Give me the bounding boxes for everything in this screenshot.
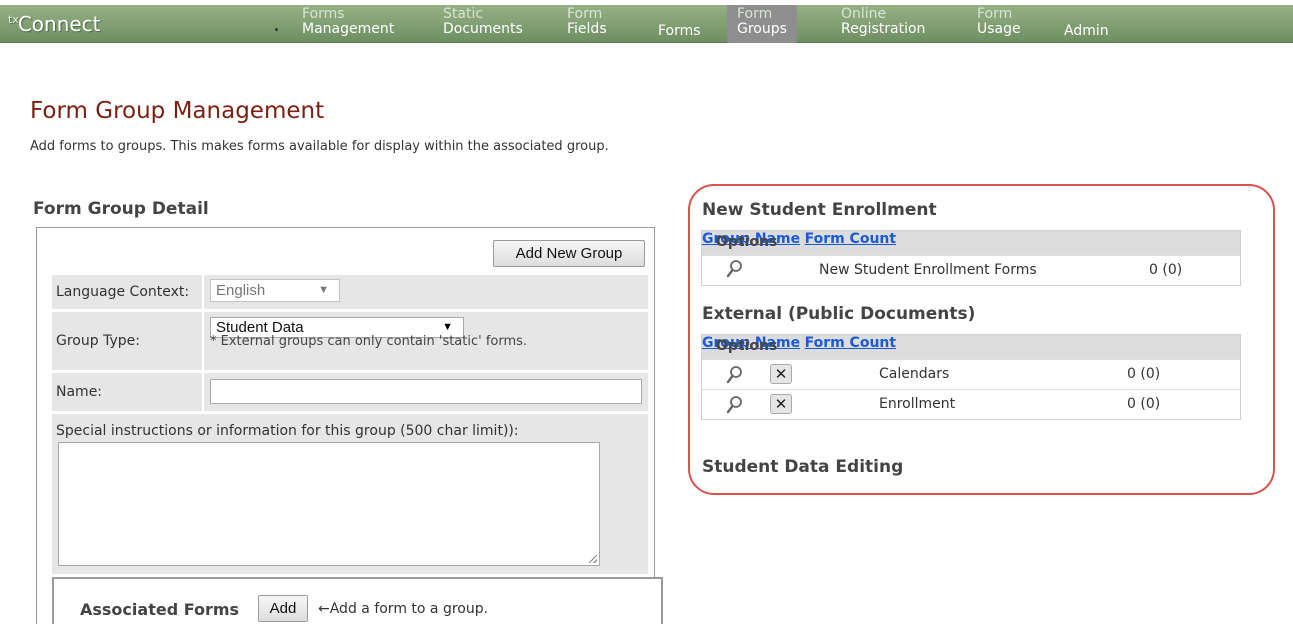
magnifier-icon[interactable] bbox=[726, 365, 744, 385]
nav-form-groups[interactable]: Form Groups bbox=[727, 5, 797, 43]
instructions-textarea[interactable] bbox=[58, 442, 600, 566]
group-lists-panel: New Student Enrollment Options Group Nam… bbox=[688, 184, 1275, 495]
nav-forms[interactable]: Forms bbox=[648, 5, 711, 43]
table-header: Options Group Name Form Count bbox=[702, 231, 1240, 255]
name-input[interactable] bbox=[210, 379, 642, 404]
magnifier-icon[interactable] bbox=[726, 259, 744, 279]
nav-admin[interactable]: Admin bbox=[1054, 5, 1119, 43]
group-type-label: Group Type: bbox=[56, 333, 140, 349]
external-public-documents-heading: External (Public Documents) bbox=[702, 304, 976, 324]
table-row: New Student Enrollment Forms 0 (0) bbox=[702, 255, 1240, 285]
nav-label: Forms bbox=[658, 23, 701, 39]
col-form-count-link[interactable]: Form Count bbox=[805, 335, 897, 351]
nav-label-line1: Static bbox=[443, 6, 484, 22]
form-group-detail-panel: Add New Group Language Context: English … bbox=[36, 227, 663, 624]
group-name-cell: Enrollment bbox=[879, 396, 956, 412]
nav-forms-management[interactable]: Forms Management bbox=[292, 5, 404, 43]
col-form-count-link[interactable]: Form Count bbox=[805, 231, 897, 247]
close-icon[interactable]: ✕ bbox=[770, 364, 792, 384]
group-name-cell: Calendars bbox=[879, 366, 950, 382]
nav-label-line2: Fields bbox=[567, 21, 607, 37]
language-context-cell: English ▼ bbox=[202, 275, 648, 309]
chevron-down-icon: ▼ bbox=[318, 284, 329, 296]
col-options: Options bbox=[716, 234, 778, 250]
group-type-row: Group Type: Student Data ▼ * External gr… bbox=[52, 312, 648, 370]
logo-text: Connect bbox=[17, 12, 101, 36]
nav-static-documents[interactable]: Static Documents bbox=[433, 5, 533, 43]
resize-grip-icon[interactable] bbox=[589, 555, 597, 563]
page-title: Form Group Management bbox=[30, 98, 325, 124]
language-context-select: English ▼ bbox=[210, 279, 340, 302]
nav-label-line2: Documents bbox=[443, 21, 523, 37]
group-type-hint: * External groups can only contain 'stat… bbox=[210, 334, 528, 349]
add-new-group-button[interactable]: Add New Group bbox=[493, 240, 645, 267]
nav-label-line2: Groups bbox=[737, 21, 787, 37]
form-count-cell: 0 (0) bbox=[1127, 366, 1161, 382]
top-navigation: txConnect Forms Management Static Docume… bbox=[0, 5, 1293, 43]
nav-form-fields[interactable]: Form Fields bbox=[557, 5, 617, 43]
nav-label-line1: Online bbox=[841, 6, 887, 22]
nav-label-line1: Forms bbox=[302, 6, 345, 22]
group-name-cell: New Student Enrollment Forms bbox=[819, 262, 1037, 278]
nav-form-usage[interactable]: Form Usage bbox=[967, 5, 1031, 43]
instructions-row: Special instructions or information for … bbox=[52, 414, 648, 574]
enrollment-groups-table: Options Group Name Form Count New Studen… bbox=[701, 230, 1241, 286]
magnifier-icon[interactable] bbox=[726, 395, 744, 415]
associated-forms-hint: ←Add a form to a group. bbox=[318, 601, 489, 617]
close-icon[interactable]: ✕ bbox=[770, 394, 792, 414]
table-row: ✕ Enrollment 0 (0) bbox=[702, 389, 1240, 419]
new-student-enrollment-heading: New Student Enrollment bbox=[702, 200, 937, 220]
associated-forms-label: Associated Forms bbox=[80, 600, 240, 619]
nav-label-line2: Usage bbox=[977, 21, 1021, 37]
add-associated-form-button[interactable]: Add bbox=[258, 595, 308, 622]
instructions-label: Special instructions or information for … bbox=[56, 423, 519, 439]
form-group-detail-heading: Form Group Detail bbox=[33, 199, 209, 219]
name-row: Name: bbox=[52, 373, 648, 411]
page-subtitle: Add forms to groups. This makes forms av… bbox=[30, 139, 609, 154]
nav-label-line1: Form bbox=[567, 6, 603, 22]
associated-forms-panel: Associated Forms Add ←Add a form to a gr… bbox=[52, 577, 663, 624]
language-context-row: Language Context: English ▼ bbox=[52, 275, 648, 309]
form-count-cell: 0 (0) bbox=[1127, 396, 1161, 412]
app-logo[interactable]: txConnect bbox=[8, 12, 101, 36]
name-label: Name: bbox=[56, 384, 103, 400]
nav-label-line1: Form bbox=[737, 6, 773, 22]
group-type-cell: Student Data ▼ * External groups can onl… bbox=[202, 312, 648, 370]
table-header: Options Group Name Form Count bbox=[702, 335, 1240, 359]
form-count-cell: 0 (0) bbox=[1149, 262, 1183, 278]
language-context-label: Language Context: bbox=[56, 284, 190, 300]
name-cell bbox=[202, 373, 648, 411]
nav-online-registration[interactable]: Online Registration bbox=[831, 5, 935, 43]
table-row: ✕ Calendars 0 (0) bbox=[702, 359, 1240, 389]
language-context-value: English bbox=[216, 282, 266, 299]
col-options: Options bbox=[716, 338, 778, 354]
student-data-editing-heading: Student Data Editing bbox=[702, 457, 904, 477]
nav-label-line2: Management bbox=[302, 21, 395, 37]
nav-label-line2: Registration bbox=[841, 21, 926, 37]
nav-separator-dot bbox=[275, 28, 278, 31]
nav-label-line1: Form bbox=[977, 6, 1013, 22]
external-groups-table: Options Group Name Form Count ✕ Calendar… bbox=[701, 334, 1241, 420]
nav-label: Admin bbox=[1064, 23, 1109, 39]
